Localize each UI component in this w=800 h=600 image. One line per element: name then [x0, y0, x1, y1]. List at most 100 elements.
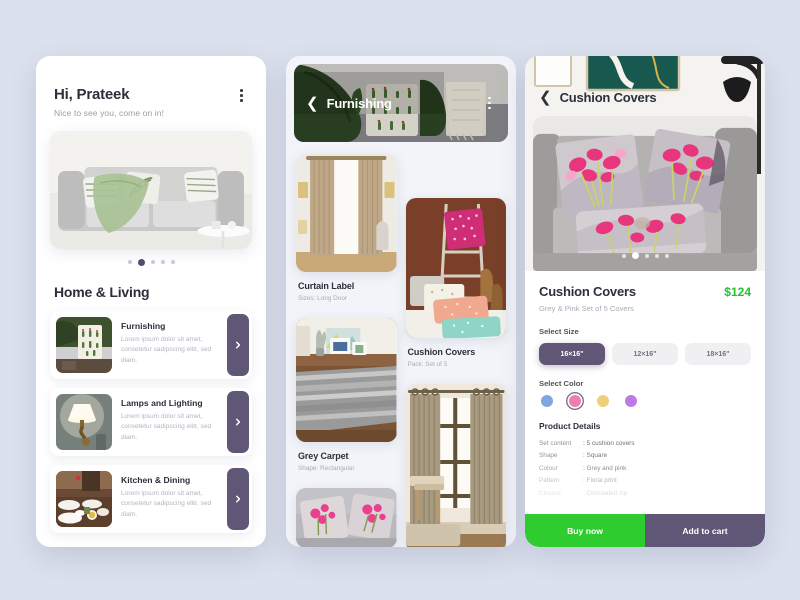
- product-hero: ❮ Cushion Covers: [525, 56, 765, 271]
- product-image[interactable]: [405, 384, 506, 547]
- kebab-menu-icon[interactable]: [235, 86, 248, 105]
- detail-value: : Grey and pink: [583, 464, 627, 472]
- product-card[interactable]: [296, 488, 397, 547]
- select-color-label: Select Color: [539, 379, 584, 388]
- size-option-12x16[interactable]: 12×16": [612, 343, 678, 365]
- pink-cushions-ladder-photo: [405, 198, 506, 338]
- product-subtitle: Grey & Pink Set of 5 Covers: [539, 304, 634, 313]
- product-action-bar: Buy now Add to cart: [525, 514, 765, 547]
- beige-curtains-photo: [296, 154, 397, 272]
- product-grid-column-left: Curtain Label Sizes: Long Door Grey Carp…: [296, 154, 397, 547]
- detail-key: Colour: [539, 464, 558, 472]
- product-header-bar: ❮ Cushion Covers: [539, 90, 657, 105]
- detail-row: Pattern : Floral print: [539, 475, 751, 487]
- detail-row: Set content : 5 cushion covers: [539, 438, 751, 450]
- category-list: Furnishing Lorem ipsum dolor sit amet, c…: [36, 310, 266, 533]
- product-meta: Pack: Set of 5: [407, 361, 448, 368]
- category-item-kitchen-and-dining[interactable]: Kitchen & Dining Lorem ipsum dolor sit a…: [50, 464, 252, 533]
- phone-screen-home: Hi, Prateek Nice to see you, come on in!: [36, 56, 266, 547]
- color-swatch-blue[interactable]: [541, 395, 553, 407]
- category-name: Kitchen & Dining: [121, 474, 191, 485]
- chevron-right-icon[interactable]: [227, 313, 249, 376]
- pink-floral-cushions-photo: [296, 488, 397, 547]
- color-swatch-yellow[interactable]: [597, 395, 609, 407]
- category-name: Lamps and Lighting: [121, 397, 203, 408]
- product-image[interactable]: [296, 318, 397, 442]
- category-description: Lorem ipsum dolor sit amet, consetetur s…: [121, 489, 212, 518]
- chevron-right-icon[interactable]: [227, 467, 249, 530]
- kebab-menu-icon[interactable]: [483, 94, 496, 113]
- product-name: Curtain Label: [298, 281, 355, 291]
- detail-row: Colour : Grey and pink: [539, 463, 751, 475]
- category-item-lamps-and-lighting[interactable]: Lamps and Lighting Lorem ipsum dolor sit…: [50, 387, 252, 456]
- detail-value: : Square: [583, 452, 608, 460]
- product-card[interactable]: Curtain Label Sizes: Long Door: [296, 154, 397, 318]
- category-name: Furnishing: [121, 320, 166, 331]
- home-header: Hi, Prateek Nice to see you, come on in!: [36, 56, 266, 118]
- phone-screen-category: ❮ Furnishing Curtain Label Sizes: Long D…: [286, 56, 516, 547]
- color-selector: [539, 395, 751, 407]
- product-hero-carousel-image[interactable]: [533, 116, 757, 271]
- carousel-dot[interactable]: [621, 253, 626, 258]
- category-description: Lorem ipsum dolor sit amet, consetetur s…: [121, 412, 212, 441]
- category-title: Furnishing: [326, 95, 392, 111]
- carousel-dot[interactable]: [664, 253, 669, 258]
- detail-key: Set content: [539, 440, 572, 447]
- add-to-cart-button[interactable]: Add to cart: [645, 514, 765, 547]
- product-meta: Shape: Rectangular: [298, 465, 355, 472]
- carousel-dot-active[interactable]: [631, 252, 639, 259]
- category-header-bar: ❮ Furnishing: [294, 64, 508, 142]
- product-name: Cushion Covers: [407, 347, 476, 357]
- category-item-furnishing[interactable]: Furnishing Lorem ipsum dolor sit amet, c…: [50, 310, 252, 379]
- carousel-dot[interactable]: [170, 260, 175, 264]
- product-image[interactable]: [405, 198, 506, 338]
- category-thumbnail: [56, 393, 112, 450]
- product-card[interactable]: Grey Carpet Shape: Rectangular: [296, 318, 397, 488]
- home-hero-carousel-image[interactable]: [50, 131, 252, 249]
- carousel-dot[interactable]: [150, 260, 155, 264]
- taupe-curtains-photo: [405, 384, 506, 547]
- section-title-home-living: Home & Living: [54, 283, 150, 300]
- product-card[interactable]: Curtain Label Sizes: Long Door: [405, 384, 506, 547]
- product-card[interactable]: Cushion Covers Pack: Set of 5: [405, 198, 506, 384]
- greeting-subtitle: Nice to see you, come on in!: [54, 108, 165, 118]
- product-price: $124: [724, 285, 751, 299]
- carousel-dot-active[interactable]: [137, 258, 145, 266]
- product-carousel-dots[interactable]: [525, 252, 765, 259]
- sofa-photo: [50, 131, 252, 249]
- product-image[interactable]: [296, 154, 397, 272]
- detail-key: Closure: [539, 489, 562, 497]
- phone-screen-product-detail: ❮ Cushion Covers Cushion Covers $124 Gre…: [525, 56, 765, 547]
- detail-key: Pattern: [539, 477, 560, 485]
- color-swatch-purple[interactable]: [625, 395, 637, 407]
- category-thumbnail: [56, 470, 112, 527]
- dining-table-photo: [56, 470, 112, 527]
- buy-now-button[interactable]: Buy now: [525, 514, 645, 547]
- product-header-title: Cushion Covers: [559, 90, 657, 105]
- detail-key: Shape: [539, 452, 558, 460]
- size-option-16x16[interactable]: 16×16": [539, 343, 605, 365]
- cactus-cushion-photo: [56, 316, 112, 373]
- color-swatch-pink[interactable]: [569, 395, 581, 407]
- select-size-label: Select Size: [539, 327, 579, 336]
- floral-cushions-sofa-photo: [533, 116, 757, 271]
- detail-row: Shape : Square: [539, 450, 751, 462]
- carousel-dot[interactable]: [160, 260, 165, 264]
- product-meta: Sizes: Long Door: [298, 295, 348, 302]
- carousel-dot[interactable]: [127, 260, 132, 264]
- product-image[interactable]: [296, 488, 397, 547]
- product-title-row: Cushion Covers $124: [539, 284, 751, 299]
- home-carousel-dots[interactable]: [36, 258, 266, 266]
- size-option-18x16[interactable]: 18×16": [685, 343, 751, 365]
- carousel-dot[interactable]: [654, 253, 659, 258]
- detail-row: Closure : Concealed zip: [539, 488, 751, 500]
- category-hero-banner: ❮ Furnishing: [294, 64, 508, 142]
- wall-lamp-photo: [56, 393, 112, 450]
- chevron-right-icon[interactable]: [227, 390, 249, 453]
- size-selector: 16×16" 12×16" 18×16": [539, 343, 751, 365]
- product-details-table: Set content : 5 cushion covers Shape : S…: [539, 438, 751, 500]
- carousel-dot[interactable]: [644, 253, 649, 258]
- chevron-left-icon[interactable]: ❮: [539, 90, 552, 105]
- grey-carpet-photo: [296, 318, 397, 442]
- chevron-left-icon[interactable]: ❮: [306, 96, 319, 111]
